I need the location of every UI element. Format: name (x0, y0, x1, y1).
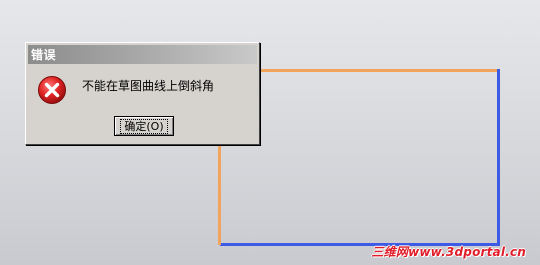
error-message: 不能在草图曲线上倒斜角 (82, 79, 215, 93)
sketch-edge-left[interactable] (218, 145, 221, 245)
error-dialog: 错误 不能在草图曲线上倒斜角 确定(O) (25, 42, 260, 145)
error-icon (38, 76, 66, 104)
sketch-edge-right[interactable] (497, 69, 500, 246)
dialog-titlebar[interactable]: 错误 (28, 45, 257, 64)
sketch-edge-top[interactable] (258, 69, 500, 72)
dialog-title: 错误 (31, 48, 57, 62)
ok-button-label: 确定(O) (120, 118, 168, 134)
watermark-text: 三维网www.3dportal.cn (371, 245, 526, 259)
ok-button[interactable]: 确定(O) (114, 116, 174, 136)
